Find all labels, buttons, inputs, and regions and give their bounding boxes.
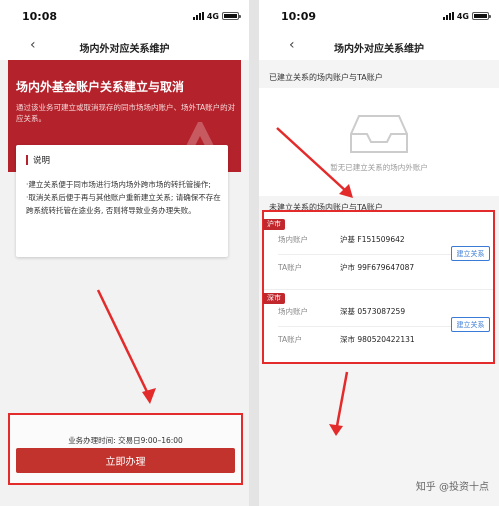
- screen-divider: [249, 0, 259, 506]
- establish-relation-button[interactable]: 建立关系: [451, 317, 490, 332]
- row-value: 沪基 F151509642: [340, 235, 405, 244]
- account-row: 场内账户 沪基 F151509642: [278, 232, 478, 246]
- row-label: 场内账户: [278, 235, 308, 244]
- account-group-sh: 沪市 场内账户 沪基 F151509642 TA账户 沪市 99F6796470…: [263, 216, 493, 289]
- row-value: 深市 980520422131: [340, 335, 415, 344]
- screen-left: 10:08 4G ‹ 场内外对应关系维护 场内外基金账户关系建立与取消 通过该业…: [0, 0, 249, 506]
- screen-right: 10:09 4G ‹ 场内外对应关系维护 已建立关系的场内账户与TA账户 暂无已…: [259, 0, 499, 506]
- business-hours: 业务办理时间: 交易日9:00–16:00: [68, 436, 183, 445]
- market-tag: 沪市: [263, 219, 285, 230]
- row-label: TA账户: [278, 335, 303, 344]
- watermark: 知乎 @投资十点: [416, 478, 489, 493]
- account-row: TA账户 深市 980520422131: [278, 332, 478, 346]
- row-value: 深基 0573087259: [340, 307, 406, 316]
- account-row: TA账户 沪市 99F679647087: [278, 260, 478, 274]
- action-panel: 业务办理时间: 交易日9:00–16:00 立即办理: [8, 413, 243, 485]
- account-row: 场内账户 深基 0573087259: [278, 304, 478, 318]
- account-group-sz: 深市 场内账户 深基 0573087259 TA账户 深市 9805204221…: [263, 290, 493, 363]
- watermark-text: 知乎 @投资十点: [415, 482, 489, 493]
- establish-relation-button[interactable]: 建立关系: [451, 246, 490, 261]
- row-value: 沪市 99F679647087: [340, 263, 415, 272]
- row-label: 场内账户: [278, 307, 308, 316]
- apply-now-button[interactable]: 立即办理: [16, 448, 235, 473]
- row-label: TA账户: [278, 263, 303, 272]
- market-tag: 深市: [263, 293, 285, 304]
- account-list: 沪市 场内账户 沪基 F151509642 TA账户 沪市 99F6796470…: [262, 210, 495, 364]
